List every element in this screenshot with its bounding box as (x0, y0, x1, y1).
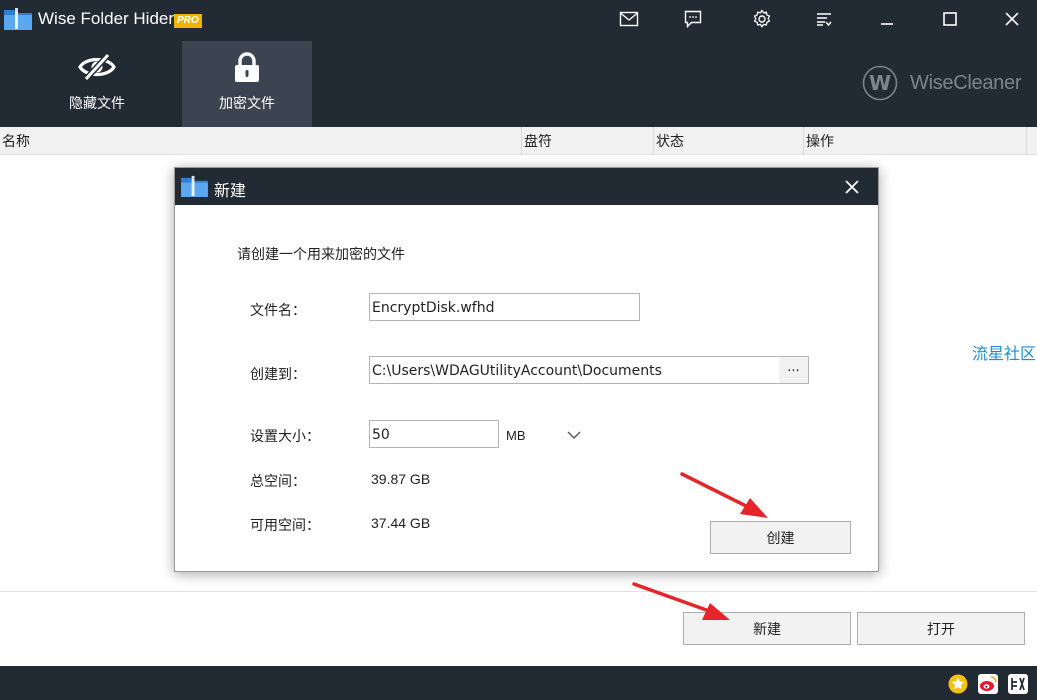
filename-label: 文件名： (250, 302, 306, 318)
column-status[interactable]: 状态 (654, 127, 804, 155)
unit-select-value: MB (506, 428, 526, 443)
new-button[interactable]: 新建 (683, 612, 851, 645)
close-icon[interactable] (997, 6, 1027, 32)
column-name[interactable]: 名称 (0, 127, 522, 155)
dialog-title: 新建 (214, 183, 247, 200)
pro-badge: PRO (174, 14, 202, 28)
wisecleaner-logo[interactable]: W WiseCleaner (860, 64, 1030, 102)
total-space-label: 总空间： (250, 473, 306, 489)
brand-name: WiseCleaner (910, 72, 1022, 94)
dialog-title-bar: 新建 (175, 168, 878, 205)
svg-text:W: W (869, 71, 891, 95)
location-input[interactable] (372, 358, 777, 384)
size-input[interactable] (372, 422, 498, 448)
column-drive[interactable]: 盘符 (522, 127, 654, 155)
total-space-value: 39.87 GB (371, 471, 431, 487)
size-label: 设置大小： (250, 428, 320, 444)
dialog-instruction: 请创建一个用来加密的文件 (237, 246, 405, 262)
eye-slash-icon (78, 52, 116, 82)
message-icon[interactable] (678, 6, 708, 32)
weibo-icon[interactable] (978, 674, 998, 694)
free-space-label: 可用空间： (250, 517, 320, 533)
browse-button[interactable]: ... (779, 357, 808, 383)
maximize-icon[interactable] (935, 6, 965, 32)
create-button[interactable]: 创建 (710, 521, 851, 554)
chevron-down-icon (567, 431, 581, 439)
tab-encrypt-files[interactable]: 加密文件 (182, 41, 312, 127)
location-label: 创建到： (250, 366, 306, 382)
folder-logo-icon (4, 8, 32, 30)
dialog-close-icon[interactable] (841, 176, 863, 198)
folder-logo-icon (181, 175, 208, 198)
minimize-icon[interactable] (872, 6, 902, 32)
tab-hide-files-label: 隐藏文件 (69, 95, 125, 111)
free-space-value: 37.44 GB (371, 515, 431, 531)
feedback-mail-icon[interactable] (614, 6, 644, 32)
filename-field[interactable] (369, 293, 640, 321)
lock-icon (235, 52, 259, 82)
wisecleaner-w-icon: W (862, 65, 898, 101)
blog-icon[interactable] (1008, 674, 1028, 694)
unit-select[interactable]: MB (506, 428, 586, 446)
table-header: 名称 盘符 状态 操作 (0, 127, 1037, 155)
filename-input[interactable] (372, 295, 639, 321)
open-button[interactable]: 打开 (857, 612, 1025, 645)
divider (0, 591, 1037, 592)
app-title: Wise Folder Hider (38, 9, 175, 28)
location-field[interactable]: ... (369, 356, 809, 384)
tab-encrypt-files-label: 加密文件 (219, 95, 275, 111)
size-field[interactable] (369, 420, 499, 448)
menu-list-icon[interactable] (809, 6, 839, 32)
new-encrypted-file-dialog: 新建 请创建一个用来加密的文件 文件名： 创建到： ... 设置大小： MB 总… (174, 167, 879, 572)
column-action[interactable]: 操作 (804, 127, 1027, 155)
community-link[interactable]: 流星社区 (972, 340, 1036, 364)
settings-gear-icon[interactable] (747, 6, 777, 32)
star-rate-icon[interactable] (948, 674, 968, 694)
status-bar (0, 666, 1037, 700)
title-bar: Wise Folder Hider PRO 隐藏文件 加密文件 W WiseCl… (0, 0, 1037, 127)
tab-hide-files[interactable]: 隐藏文件 (32, 41, 162, 127)
